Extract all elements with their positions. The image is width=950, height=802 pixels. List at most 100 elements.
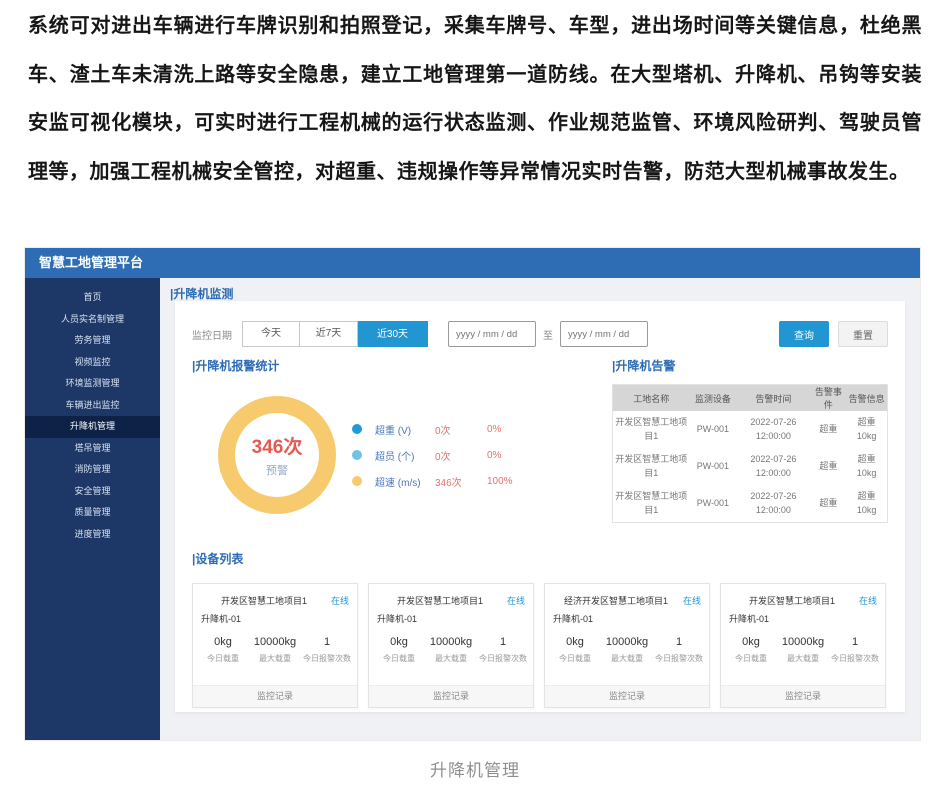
donut-total-label: 预警 — [266, 462, 288, 478]
sidebar-item-environment[interactable]: 环境监测管理 — [25, 373, 160, 395]
cell-device: PW-001 — [690, 411, 737, 448]
page-title: |升降机监测 — [170, 285, 920, 302]
cell-site: 开发区智慧工地项目1 — [613, 411, 690, 448]
device-card: 开发区智慧工地项目1 在线 升降机-01 0kg 今日载重 10000 — [192, 583, 358, 708]
figure-caption: 升降机管理 — [0, 756, 950, 781]
start-date-input[interactable] — [448, 321, 536, 347]
online-status-badge[interactable]: 在线 — [859, 594, 877, 607]
stat-value: 1 — [653, 636, 705, 648]
alerts-section: |升降机告警 工地名称 监测设备 告警时间 告警事件 告警信息 — [612, 357, 888, 523]
column-alert-info: 告警信息 — [846, 385, 887, 412]
online-status-badge[interactable]: 在线 — [507, 594, 525, 607]
dashboard-screenshot: 智慧工地管理平台 首页 人员实名制管理 劳务管理 视频监控 环境监测管理 车辆进… — [25, 248, 920, 740]
date-filter-label: 监控日期 — [192, 327, 232, 342]
stat-label: 今日报警次数 — [653, 653, 705, 664]
table-row: 开发区智慧工地项目1 PW-001 2022-07-26 12:00:00 超重… — [613, 485, 888, 523]
legend-row-overcrowd: 超员 (个) 0次 0% — [352, 442, 513, 468]
stat-max-load: 10000kg 最大载重 — [777, 636, 829, 664]
document-paragraph: 系统可对进出车辆进行车牌识别和拍照登记，采集车牌号、车型，进出场时间等关键信息，… — [28, 2, 922, 196]
online-status-badge[interactable]: 在线 — [683, 594, 701, 607]
stat-value: 10000kg — [249, 636, 301, 648]
stat-value: 10000kg — [777, 636, 829, 648]
monitor-record-button[interactable]: 监控记录 — [721, 685, 885, 707]
stat-value: 1 — [301, 636, 353, 648]
stat-value: 0kg — [725, 636, 777, 648]
sidebar-item-home[interactable]: 首页 — [25, 287, 160, 309]
cell-device: PW-001 — [690, 485, 737, 523]
stat-label: 今日载重 — [725, 653, 777, 664]
stat-label: 今日报警次数 — [301, 653, 353, 664]
quick-date-7days-button[interactable]: 近7天 — [300, 321, 358, 347]
cell-event: 超重 — [811, 485, 847, 523]
sidebar-item-safety[interactable]: 安全管理 — [25, 481, 160, 503]
sidebar-item-quality[interactable]: 质量管理 — [25, 502, 160, 524]
main-content: |升降机监测 监控日期 今天 近7天 近30天 至 查询 重置 — [160, 278, 920, 740]
stat-label: 今日报警次数 — [477, 653, 529, 664]
stat-label: 今日载重 — [197, 653, 249, 664]
stat-today-load: 0kg 今日载重 — [197, 636, 249, 664]
card-site-name: 开发区智慧工地项目1 — [377, 594, 503, 607]
date-range-to-label: 至 — [543, 327, 553, 342]
legend-row-overweight: 超重 (V) 0次 0% — [352, 416, 513, 442]
cell-info: 超重10kg — [846, 448, 887, 485]
legend-count: 346次 — [435, 474, 487, 489]
cell-info: 超重10kg — [846, 485, 887, 523]
table-row: 开发区智慧工地项目1 PW-001 2022-07-26 12:00:00 超重… — [613, 448, 888, 485]
app-title: 智慧工地管理平台 — [39, 255, 143, 270]
monitor-record-button[interactable]: 监控记录 — [193, 685, 357, 707]
sidebar-item-fire[interactable]: 消防管理 — [25, 459, 160, 481]
stat-alarm-count: 1 今日报警次数 — [829, 636, 881, 664]
sidebar-item-tower-crane[interactable]: 塔吊管理 — [25, 438, 160, 460]
stat-value: 1 — [477, 636, 529, 648]
sidebar-item-elevator[interactable]: 升降机管理 — [25, 416, 160, 438]
cell-site: 开发区智慧工地项目1 — [613, 448, 690, 485]
column-site-name: 工地名称 — [613, 385, 690, 412]
stat-today-load: 0kg 今日载重 — [373, 636, 425, 664]
alarm-stats-section: |升降机报警统计 346次 预警 超重 (V) 0次 — [192, 357, 592, 523]
quick-date-today-button[interactable]: 今天 — [242, 321, 300, 347]
sidebar-item-progress[interactable]: 进度管理 — [25, 524, 160, 546]
quick-date-group: 今天 近7天 近30天 — [242, 321, 428, 347]
monitor-record-button[interactable]: 监控记录 — [545, 685, 709, 707]
monitor-record-button[interactable]: 监控记录 — [369, 685, 533, 707]
overcrowd-dot-icon — [352, 450, 362, 460]
legend-label: 超速 (m/s) — [375, 474, 435, 489]
stat-today-load: 0kg 今日载重 — [549, 636, 601, 664]
alarm-stats-title: |升降机报警统计 — [192, 357, 592, 374]
legend-count: 0次 — [435, 422, 487, 437]
stat-label: 今日载重 — [373, 653, 425, 664]
overspeed-dot-icon — [352, 476, 362, 486]
card-device-name: 升降机-01 — [377, 612, 533, 625]
stat-value: 1 — [829, 636, 881, 648]
sidebar-item-personnel[interactable]: 人员实名制管理 — [25, 309, 160, 331]
cell-site: 开发区智慧工地项目1 — [613, 485, 690, 523]
table-row: 开发区智慧工地项目1 PW-001 2022-07-26 12:00:00 超重… — [613, 411, 888, 448]
stat-value: 0kg — [197, 636, 249, 648]
card-device-name: 升降机-01 — [201, 612, 357, 625]
stat-label: 最大载重 — [249, 653, 301, 664]
column-device: 监测设备 — [690, 385, 737, 412]
stat-max-load: 10000kg 最大载重 — [249, 636, 301, 664]
app-header: 智慧工地管理平台 — [25, 248, 920, 278]
cell-event: 超重 — [811, 411, 847, 448]
quick-date-30days-button[interactable]: 近30天 — [358, 321, 428, 347]
alerts-table: 工地名称 监测设备 告警时间 告警事件 告警信息 开发区智慧工地项目1 — [612, 384, 888, 523]
alerts-table-header: 工地名称 监测设备 告警时间 告警事件 告警信息 — [613, 385, 888, 412]
stat-value: 10000kg — [601, 636, 653, 648]
legend-label: 超重 (V) — [375, 422, 435, 437]
online-status-badge[interactable]: 在线 — [331, 594, 349, 607]
stat-alarm-count: 1 今日报警次数 — [301, 636, 353, 664]
card-site-name: 经济开发区智慧工地项目1 — [553, 594, 679, 607]
sidebar-item-labor[interactable]: 劳务管理 — [25, 330, 160, 352]
card-site-name: 开发区智慧工地项目1 — [201, 594, 327, 607]
end-date-input[interactable] — [560, 321, 648, 347]
reset-button[interactable]: 重置 — [838, 321, 888, 347]
stat-max-load: 10000kg 最大载重 — [601, 636, 653, 664]
card-site-name: 开发区智慧工地项目1 — [729, 594, 855, 607]
sidebar-item-video[interactable]: 视频监控 — [25, 352, 160, 374]
query-button[interactable]: 查询 — [779, 321, 829, 347]
stat-label: 最大载重 — [777, 653, 829, 664]
stat-max-load: 10000kg 最大载重 — [425, 636, 477, 664]
sidebar-item-vehicle[interactable]: 车辆进出监控 — [25, 395, 160, 417]
cell-time: 2022-07-26 12:00:00 — [736, 485, 810, 523]
